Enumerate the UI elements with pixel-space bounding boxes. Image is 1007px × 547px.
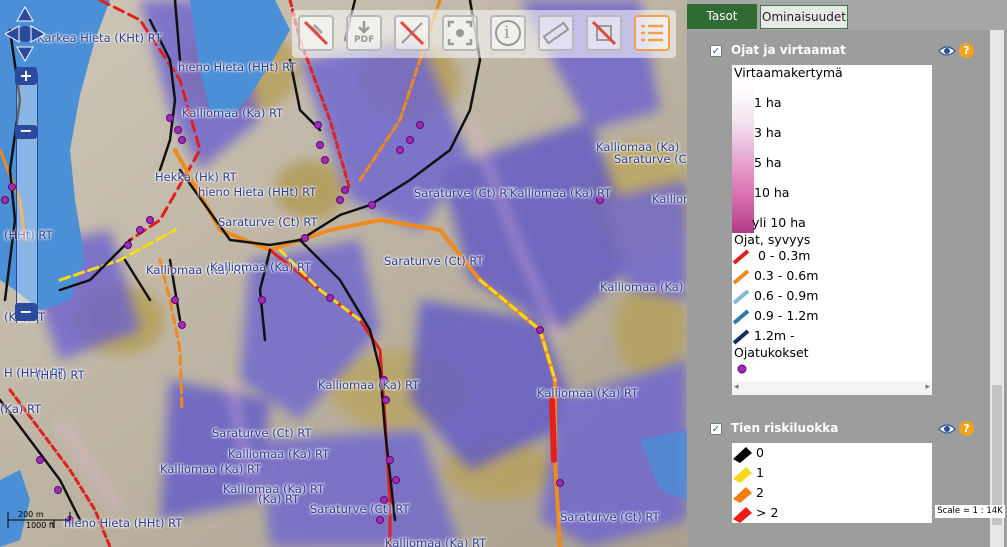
layer-checkbox-ojat[interactable]: ✓ xyxy=(710,45,722,57)
map-label: hieno Hieta (HHt) RT xyxy=(64,516,183,530)
area-off-icon xyxy=(591,20,617,46)
map-label: Kalliomaa (Ka) RT xyxy=(182,106,284,120)
map-label: hieno Hieta (HHt) RT xyxy=(198,185,317,199)
map-canvas[interactable] xyxy=(0,0,687,547)
pdf-label: PDF xyxy=(354,35,375,45)
tool-clear-selection[interactable] xyxy=(298,15,334,51)
line-off-icon xyxy=(399,20,425,46)
panel-scrollbar[interactable] xyxy=(990,30,1004,547)
tab-properties[interactable]: Ominaisuudet xyxy=(760,5,848,29)
map-label: Hekka (Hk) RT xyxy=(155,170,237,184)
ruler-icon xyxy=(542,21,570,45)
tool-pdf-export[interactable]: PDF xyxy=(346,15,382,51)
legend-flow-item: yli 10 ha xyxy=(752,215,806,230)
map-label: Saraturve (Ct) RT xyxy=(384,254,484,268)
map-label: Saraturve (Ct) RT xyxy=(212,426,312,440)
tool-info[interactable]: i xyxy=(490,15,526,51)
scale-bar: 200 m 1000 ft xyxy=(6,508,76,532)
legend-risk-item: > 2 xyxy=(756,505,779,520)
map-label: Kalliomaa (Ka) RT xyxy=(537,386,639,400)
pan-zoom-control: + − − xyxy=(5,5,45,325)
layer-title-tien: Tien riskiluokka xyxy=(731,421,839,435)
zoom-in-button[interactable]: + xyxy=(15,67,37,85)
zoom-slider-track[interactable] xyxy=(16,73,38,323)
tool-area-off[interactable] xyxy=(586,15,622,51)
legend-ojatukokset: Ojatukokset xyxy=(734,345,809,360)
legend-depth-title: Ojat, syvyys xyxy=(734,232,811,247)
legend-depth-item: 0 - 0.3m xyxy=(758,248,811,263)
map-label: Kalliomaa (Ka) RT xyxy=(318,378,420,392)
legend-flow-title: Virtaamakertymä xyxy=(734,65,843,80)
pan-arrows-icon[interactable] xyxy=(5,5,45,67)
legend-flow-item: 3 ha xyxy=(754,125,782,140)
panel-tabs: Tasot Ominaisuudet xyxy=(687,0,1007,30)
no-hand-icon xyxy=(303,20,329,46)
ojatukos-dot-icon xyxy=(737,364,747,374)
help-icon[interactable]: ? xyxy=(959,421,974,436)
map-label: Saraturve (Ct) RT xyxy=(310,502,410,516)
zoom-out-button[interactable]: − xyxy=(15,303,37,321)
legend-flow-item: 5 ha xyxy=(754,155,782,170)
legend-depth-item: 0.9 - 1.2m xyxy=(754,308,819,323)
layer-checkbox-tien[interactable]: ✓ xyxy=(710,423,722,435)
depth-swatches xyxy=(732,249,750,345)
legend-risk-item: 2 xyxy=(756,485,764,500)
list-icon xyxy=(641,24,663,42)
scale-bar-metric: 200 m xyxy=(18,510,44,519)
map-label: (Ka) RT xyxy=(258,492,300,506)
map-label: Saraturve (Ct) RT xyxy=(560,510,660,524)
tool-measure-off[interactable] xyxy=(394,15,430,51)
legend-depth-item: 1.2m - xyxy=(754,328,795,343)
map-label: Kalliomaa (Ka) RT xyxy=(385,536,487,547)
map-label: Kalliomaa (Ka) RT xyxy=(600,280,687,294)
layer-list: ✓ Ojat ja virtaamat ? Virtaamakertymä 1 … xyxy=(687,30,989,547)
tool-ruler[interactable] xyxy=(538,15,574,51)
eye-icon[interactable] xyxy=(938,423,956,435)
scroll-right-icon[interactable]: ▸ xyxy=(925,382,930,392)
map-label: (HHt) RT xyxy=(36,368,85,382)
map-label: Kalliomaa (Ka) RT xyxy=(210,260,312,274)
legend-depth-item: 0.3 - 0.6m xyxy=(754,268,819,283)
legend-risk-item: 1 xyxy=(756,465,764,480)
map-toolbar: PDF i xyxy=(292,10,676,58)
legend-depth-item: 0.6 - 0.9m xyxy=(754,288,819,303)
side-panel: Tasot Ominaisuudet ✓ Ojat ja virtaamat ?… xyxy=(687,0,1007,547)
tool-list[interactable] xyxy=(634,15,670,51)
map-label: Kalliomaa (Ka) RT xyxy=(160,462,262,476)
map-label: Saraturve (Ct) RT xyxy=(414,186,514,200)
tool-focus[interactable] xyxy=(442,15,478,51)
info-label: i xyxy=(504,23,510,43)
scroll-left-icon[interactable]: ◂ xyxy=(734,382,739,392)
legend-risk-item: 0 xyxy=(756,445,764,460)
focus-target-icon xyxy=(447,20,473,46)
map-label: Kalliomaa (Ka) RT xyxy=(228,447,330,461)
scale-bar-imperial: 1000 ft xyxy=(26,521,55,530)
flow-gradient-swatch xyxy=(732,85,754,233)
legend-flow-item: 1 ha xyxy=(754,95,782,110)
legend-ojat: Virtaamakertymä 1 ha 3 ha 5 ha 10 ha yli… xyxy=(732,65,932,395)
map-label: Saraturve (Ct) xyxy=(614,152,687,166)
panel-scroll-thumb[interactable] xyxy=(992,385,1002,525)
map-scale-readout: Scale = 1 : 14K xyxy=(935,505,1005,518)
map-label: Kalliomaa (Ka) RT xyxy=(510,186,612,200)
map-label: Kalliomaa (Ka) RT xyxy=(652,192,687,206)
map-view[interactable]: Karkea Hieta (KHt) RT hieno Hieta (HHt) … xyxy=(0,0,687,547)
eye-icon[interactable] xyxy=(938,45,956,57)
help-icon[interactable]: ? xyxy=(959,43,974,58)
layer-title-ojat: Ojat ja virtaamat xyxy=(731,43,846,57)
legend-tien: 0 1 2 > 2 xyxy=(732,443,932,523)
zoom-slider-handle[interactable]: − xyxy=(15,123,37,139)
legend-flow-item: 10 ha xyxy=(754,185,790,200)
tab-layers[interactable]: Tasot xyxy=(687,4,757,29)
map-label: (Ka) RT xyxy=(0,402,42,416)
map-label: hieno Hieta (HHt) RT xyxy=(178,60,297,74)
map-label: Karkea Hieta (KHt) RT xyxy=(37,31,162,45)
map-label: Saraturve (Ct) RT xyxy=(218,215,318,229)
risk-swatches xyxy=(733,447,752,523)
legend-hscroll[interactable]: ◂ ▸ xyxy=(732,381,932,395)
